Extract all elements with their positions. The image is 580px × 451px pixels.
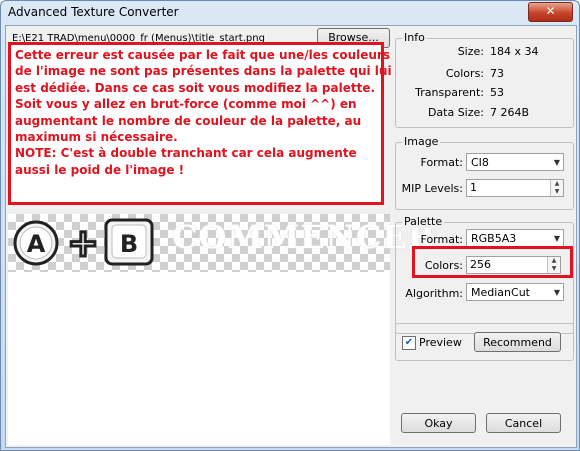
window-title: Advanced Texture Converter [8, 5, 179, 19]
algorithm-select[interactable]: MedianCut ▼ [466, 283, 564, 301]
annotation-line: Soit vous y allez en brut-force (comme m… [15, 97, 357, 112]
annotation-line: Cette erreur est causée par le fait que … [15, 48, 390, 62]
preview-checkbox[interactable]: ✔ [402, 336, 416, 350]
image-group-title: Image [402, 135, 441, 148]
down-arrow-icon[interactable]: ▼ [551, 188, 563, 196]
annotation-line: aussi le poid de l'image ! [15, 162, 185, 177]
client-area: E:\E21 TRAD\menu\0000_fr (Menus)\title_s… [5, 25, 577, 448]
size-label: Size: [457, 45, 484, 58]
datasize-value: 7 264B [490, 106, 530, 119]
stepper-buttons[interactable]: ▲ ▼ [550, 180, 563, 196]
algorithm-label: Algorithm: [405, 287, 463, 300]
palette-group-title: Palette [402, 215, 445, 228]
button-b-letter: B [120, 230, 138, 258]
button-a-letter: A [27, 230, 46, 258]
image-format-value: CI8 [471, 156, 489, 169]
transparent-label: Transparent: [415, 86, 484, 99]
algorithm-value: MedianCut [471, 286, 530, 299]
image-format-select[interactable]: CI8 ▼ [466, 153, 564, 171]
palette-colors-label: Colors: [424, 259, 463, 272]
mip-levels-value: 1 [470, 181, 477, 194]
palette-format-select[interactable]: RGB5A3 ▼ [466, 229, 564, 247]
texture-preview: A + B COMMENCER [8, 214, 434, 272]
recommend-button[interactable]: Recommend [474, 332, 561, 352]
annotation-box: Cette erreur est causée par le fait que … [8, 42, 392, 205]
annotation-line: de l'image ne sont pas présentes dans la… [15, 64, 392, 79]
info-group-title: Info [402, 31, 427, 44]
datasize-label: Data Size: [427, 106, 484, 119]
up-arrow-icon[interactable]: ▲ [551, 180, 563, 188]
chevron-down-icon: ▼ [553, 288, 560, 297]
colors-info-label: Colors: [445, 67, 484, 80]
annotation-line: est dédiée. Dans ce cas soit vous modifi… [15, 80, 376, 95]
colors-info-value: 73 [490, 67, 504, 80]
close-icon[interactable]: ✕ [528, 2, 573, 22]
okay-button[interactable]: Okay [401, 413, 476, 433]
annotation-line: maximum si nécessaire. [15, 130, 178, 145]
title-bar[interactable]: Advanced Texture Converter ✕ [1, 1, 579, 25]
palette-colors-stepper[interactable]: 256 ▲ ▼ [466, 256, 561, 274]
transparent-value: 53 [490, 86, 504, 99]
image-format-label: Format: [420, 156, 463, 169]
preview-label[interactable]: Preview [419, 336, 462, 349]
annotation-line: augmentant le nombre de couleur de la pa… [15, 113, 362, 128]
chevron-down-icon: ▼ [553, 158, 560, 167]
plus-sign: + [67, 221, 99, 265]
converter-window: Advanced Texture Converter ✕ E:\E21 TRAD… [0, 0, 580, 451]
up-arrow-icon[interactable]: ▲ [548, 257, 560, 265]
size-value: 184 x 34 [490, 45, 539, 58]
cancel-button[interactable]: Cancel [486, 413, 561, 433]
palette-format-label: Format: [420, 233, 463, 246]
check-icon: ✔ [404, 337, 414, 348]
mip-levels-label: MIP Levels: [401, 182, 463, 195]
down-arrow-icon[interactable]: ▼ [548, 265, 560, 273]
palette-format-value: RGB5A3 [471, 232, 517, 245]
preview-blank-area [8, 272, 390, 445]
palette-colors-value: 256 [470, 258, 491, 271]
mip-levels-stepper[interactable]: 1 ▲ ▼ [466, 179, 564, 197]
annotation-line: NOTE: C'est à double tranchant car cela … [15, 146, 357, 161]
stepper-buttons[interactable]: ▲ ▼ [547, 257, 560, 273]
